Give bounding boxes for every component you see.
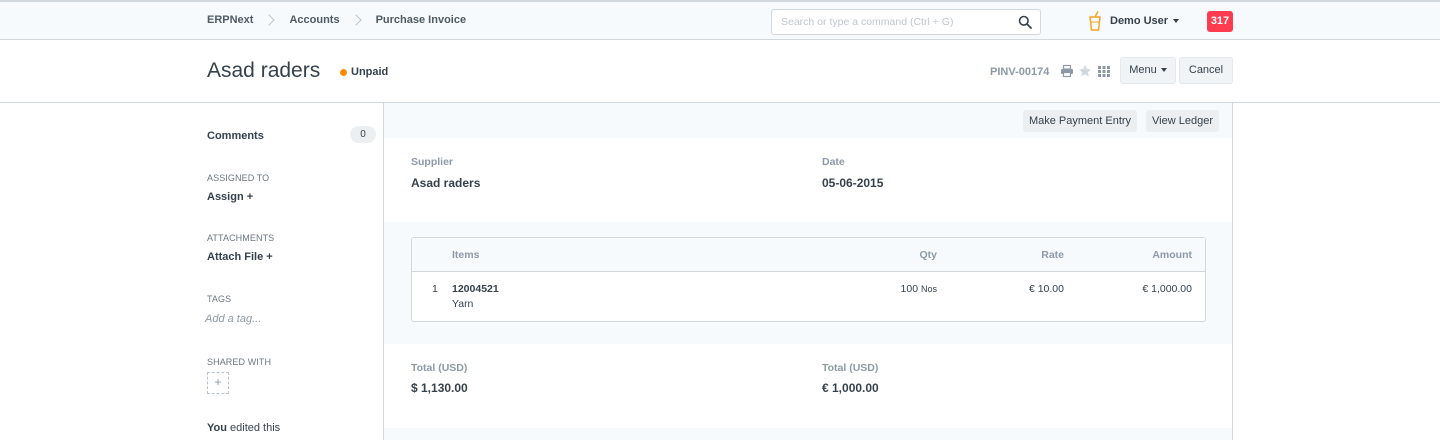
document-name: PINV-00174 xyxy=(990,66,1050,78)
chevron-right-icon xyxy=(349,14,362,26)
totals-section: Total (USD) $ 1,130.00 Total (USD) € 1,0… xyxy=(384,344,1232,428)
row-uom: Nos xyxy=(920,284,937,294)
breadcrumb-erpnext[interactable]: ERPNext xyxy=(207,14,253,26)
status-dot-icon xyxy=(340,68,347,76)
form-actions: Make Payment Entry View Ledger xyxy=(1022,110,1219,132)
add-share-button[interactable]: + xyxy=(207,372,229,394)
edited-text: edited this xyxy=(226,422,281,434)
sidebar-comments-label[interactable]: Comments xyxy=(207,130,264,142)
items-table-header: Items Qty Rate Amount xyxy=(412,238,1205,272)
total-usd-label: Total (USD) xyxy=(411,362,468,374)
supplier-section: Supplier Asad raders Date 05-06-2015 xyxy=(384,138,1232,222)
view-ledger-button[interactable]: View Ledger xyxy=(1146,110,1219,132)
menu-button-label: Menu xyxy=(1129,64,1157,76)
breadcrumb-purchase-invoice[interactable]: Purchase Invoice xyxy=(376,14,467,26)
avatar-cup-icon xyxy=(1089,11,1101,31)
chevron-right-icon xyxy=(263,14,276,26)
user-name: Demo User xyxy=(1110,15,1169,27)
cancel-button[interactable]: Cancel xyxy=(1179,57,1233,84)
caret-down-icon xyxy=(1173,19,1180,23)
total-label: Total (USD) xyxy=(822,362,879,374)
row-amount: € 1,000.00 xyxy=(1142,283,1192,295)
search-input[interactable]: Search or type a command (Ctrl + G) xyxy=(771,9,1041,35)
notification-badge[interactable]: 317 xyxy=(1207,11,1233,32)
user-menu[interactable]: Demo User xyxy=(1088,11,1180,31)
column-header-items: Items xyxy=(452,249,480,261)
breadcrumb: ERPNext Accounts Purchase Invoice xyxy=(207,14,466,26)
row-item-name: Yarn xyxy=(452,298,474,310)
status-badge: Unpaid xyxy=(340,66,388,78)
print-icon[interactable] xyxy=(1060,64,1074,78)
supplier-label: Supplier xyxy=(411,156,454,168)
column-header-amount: Amount xyxy=(1152,249,1192,261)
row-qty: 100 Nos xyxy=(901,283,937,295)
assign-link[interactable]: Assign + xyxy=(207,191,253,203)
search-placeholder: Search or type a command (Ctrl + G) xyxy=(781,16,954,28)
row-rate: € 10.00 xyxy=(1028,283,1064,295)
row-index: 1 xyxy=(432,283,438,295)
total-usd-value: $ 1,130.00 xyxy=(411,381,468,395)
items-table: Items Qty Rate Amount 1 12004521 Yarn 10… xyxy=(411,237,1206,322)
tags-heading: TAGS xyxy=(207,294,232,304)
row-qty-value: 100 xyxy=(900,283,919,295)
add-tag-input[interactable]: Add a tag... xyxy=(205,313,261,325)
menu-button[interactable]: Menu xyxy=(1120,57,1176,84)
search-icon[interactable] xyxy=(1018,15,1032,29)
page-head: Asad raders Unpaid PINV-00174 Menu Cance… xyxy=(0,40,1440,103)
timeline-edited-note: You edited this xyxy=(207,422,280,434)
caret-down-icon xyxy=(1160,68,1167,73)
form-main: Make Payment Entry View Ledger Supplier … xyxy=(383,103,1233,440)
breadcrumb-accounts[interactable]: Accounts xyxy=(289,14,339,26)
supplier-value[interactable]: Asad raders xyxy=(411,176,480,190)
page-title: Asad raders xyxy=(207,59,321,82)
shared-with-heading: SHARED WITH xyxy=(207,357,272,367)
assigned-to-heading: ASSIGNED TO xyxy=(207,173,270,183)
attach-file-link[interactable]: Attach File + xyxy=(207,251,273,263)
date-value[interactable]: 05-06-2015 xyxy=(822,176,883,190)
row-item-code: 12004521 xyxy=(452,283,499,295)
attachments-heading: ATTACHMENTS xyxy=(207,233,275,243)
column-header-rate: Rate xyxy=(1041,249,1064,261)
status-label: Unpaid xyxy=(351,66,389,78)
grid-icon[interactable] xyxy=(1097,64,1111,78)
edited-user[interactable]: You xyxy=(207,422,227,434)
star-icon[interactable] xyxy=(1078,64,1092,78)
column-header-qty: Qty xyxy=(919,249,937,261)
make-payment-entry-button[interactable]: Make Payment Entry xyxy=(1022,110,1138,132)
total-value: € 1,000.00 xyxy=(822,381,879,395)
comments-count-badge: 0 xyxy=(350,126,376,143)
top-navbar: ERPNext Accounts Purchase Invoice Search… xyxy=(0,0,1440,40)
date-label: Date xyxy=(822,156,845,168)
